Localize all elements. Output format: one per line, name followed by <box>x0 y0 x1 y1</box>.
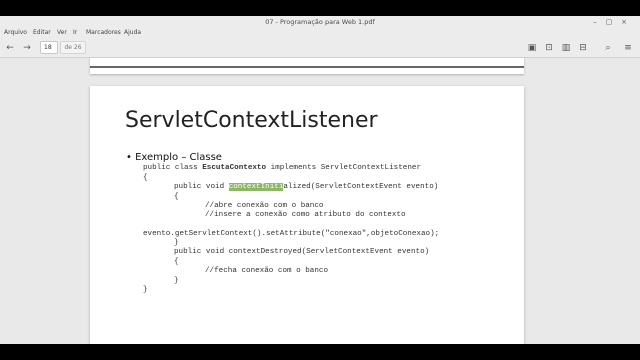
code-text: public void <box>174 183 229 191</box>
dual-page-icon[interactable]: ▥ <box>560 42 572 54</box>
screen: 07 - Programação para Web 1.pdf – ▢ × Ar… <box>0 0 640 360</box>
code-text: alized(ServletContextEvent evento) <box>283 183 439 191</box>
maximize-icon[interactable]: ▢ <box>605 18 613 26</box>
title-bar: 07 - Programação para Web 1.pdf – ▢ × <box>0 16 640 28</box>
code-text: public class <box>143 164 203 172</box>
window-title: 07 - Programação para Web 1.pdf <box>265 18 375 26</box>
code-line: //fecha conexão com o banco <box>205 267 329 275</box>
minimize-icon[interactable]: – <box>591 18 599 26</box>
pdf-page: ServletContextListener • Exemplo – Class… <box>90 86 524 344</box>
page-total: de 26 <box>60 41 86 54</box>
menu-arquivo[interactable]: Arquivo <box>4 28 27 38</box>
continuous-icon[interactable]: ⊟ <box>577 42 589 54</box>
code-line: { <box>174 193 179 201</box>
bottom-black-bar <box>0 344 640 360</box>
code-line: public void contextDestroyed(ServletCont… <box>174 248 430 256</box>
code-line: { <box>174 258 179 266</box>
page-view-icon[interactable]: ▣ <box>526 42 538 54</box>
previous-page <box>90 58 524 74</box>
code-line: public class EscutaContexto implements S… <box>143 164 421 173</box>
forward-arrow-icon[interactable]: → <box>21 42 33 54</box>
back-arrow-icon[interactable]: ← <box>4 42 16 54</box>
menu-ir[interactable]: Ir <box>73 28 77 38</box>
class-name: EscutaContexto <box>202 164 267 172</box>
slide-title: ServletContextListener <box>125 108 378 133</box>
code-text: implements ServletContextListener <box>266 164 422 172</box>
menu-icon[interactable]: ≡ <box>622 42 634 54</box>
fit-page-icon[interactable]: ⊡ <box>543 42 555 54</box>
menu-editar[interactable]: Editar <box>33 28 51 38</box>
menu-bar: Arquivo Editar Ver Ir Marcadores Ajuda <box>0 28 640 38</box>
close-icon[interactable]: × <box>620 18 628 26</box>
text-selection[interactable]: contextIniti <box>228 183 284 191</box>
menu-ver[interactable]: Ver <box>57 28 67 38</box>
bullet-text: • Exemplo – Classe <box>126 152 222 163</box>
code-line: public void contextInitialized(ServletCo… <box>174 183 438 192</box>
menu-marcadores[interactable]: Marcadores <box>86 28 121 38</box>
menu-ajuda[interactable]: Ajuda <box>124 28 141 38</box>
code-line: //abre conexão com o banco <box>205 202 324 210</box>
code-line: { <box>143 174 148 182</box>
page-divider <box>90 66 524 68</box>
search-icon[interactable]: ⌕ <box>602 42 614 54</box>
code-line: } <box>174 239 179 247</box>
code-line: } <box>174 277 179 285</box>
document-viewer[interactable]: ServletContextListener • Exemplo – Class… <box>0 58 640 344</box>
toolbar: ← → 18 de 26 ▣ ⊡ ▥ ⊟ ⌕ ≡ <box>0 38 640 58</box>
page-number-input[interactable]: 18 <box>40 41 58 54</box>
code-line: } <box>143 286 148 294</box>
code-line: evento.getServletContext().setAttribute(… <box>143 230 440 238</box>
code-line: //insere a conexão como atributo do cont… <box>205 211 406 219</box>
code-block: public class EscutaContexto implements S… <box>90 86 439 294</box>
